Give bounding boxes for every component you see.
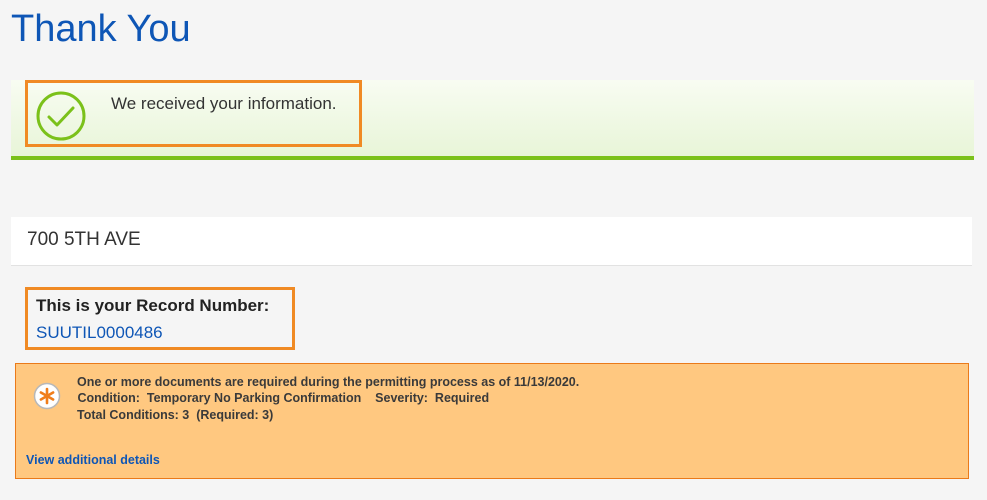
condition-detail: Condition: Temporary No Parking Confirma… [74,391,490,405]
view-details-link[interactable]: View additional details [26,453,160,467]
address-panel: 700 5TH AVE [11,217,972,266]
record-number-link[interactable]: SUUTIL0000486 [36,323,163,343]
record-number-label: This is your Record Number: [36,296,270,315]
checkmark-circle-icon [36,91,86,141]
asterisk-icon [33,382,61,410]
condition-total: Total Conditions: 3 (Required: 3) [77,408,274,422]
success-message: We received your information. [111,94,337,113]
address-text: 700 5TH AVE [27,229,141,250]
page-title: Thank You [11,8,191,50]
condition-summary: One or more documents are required durin… [77,375,580,389]
